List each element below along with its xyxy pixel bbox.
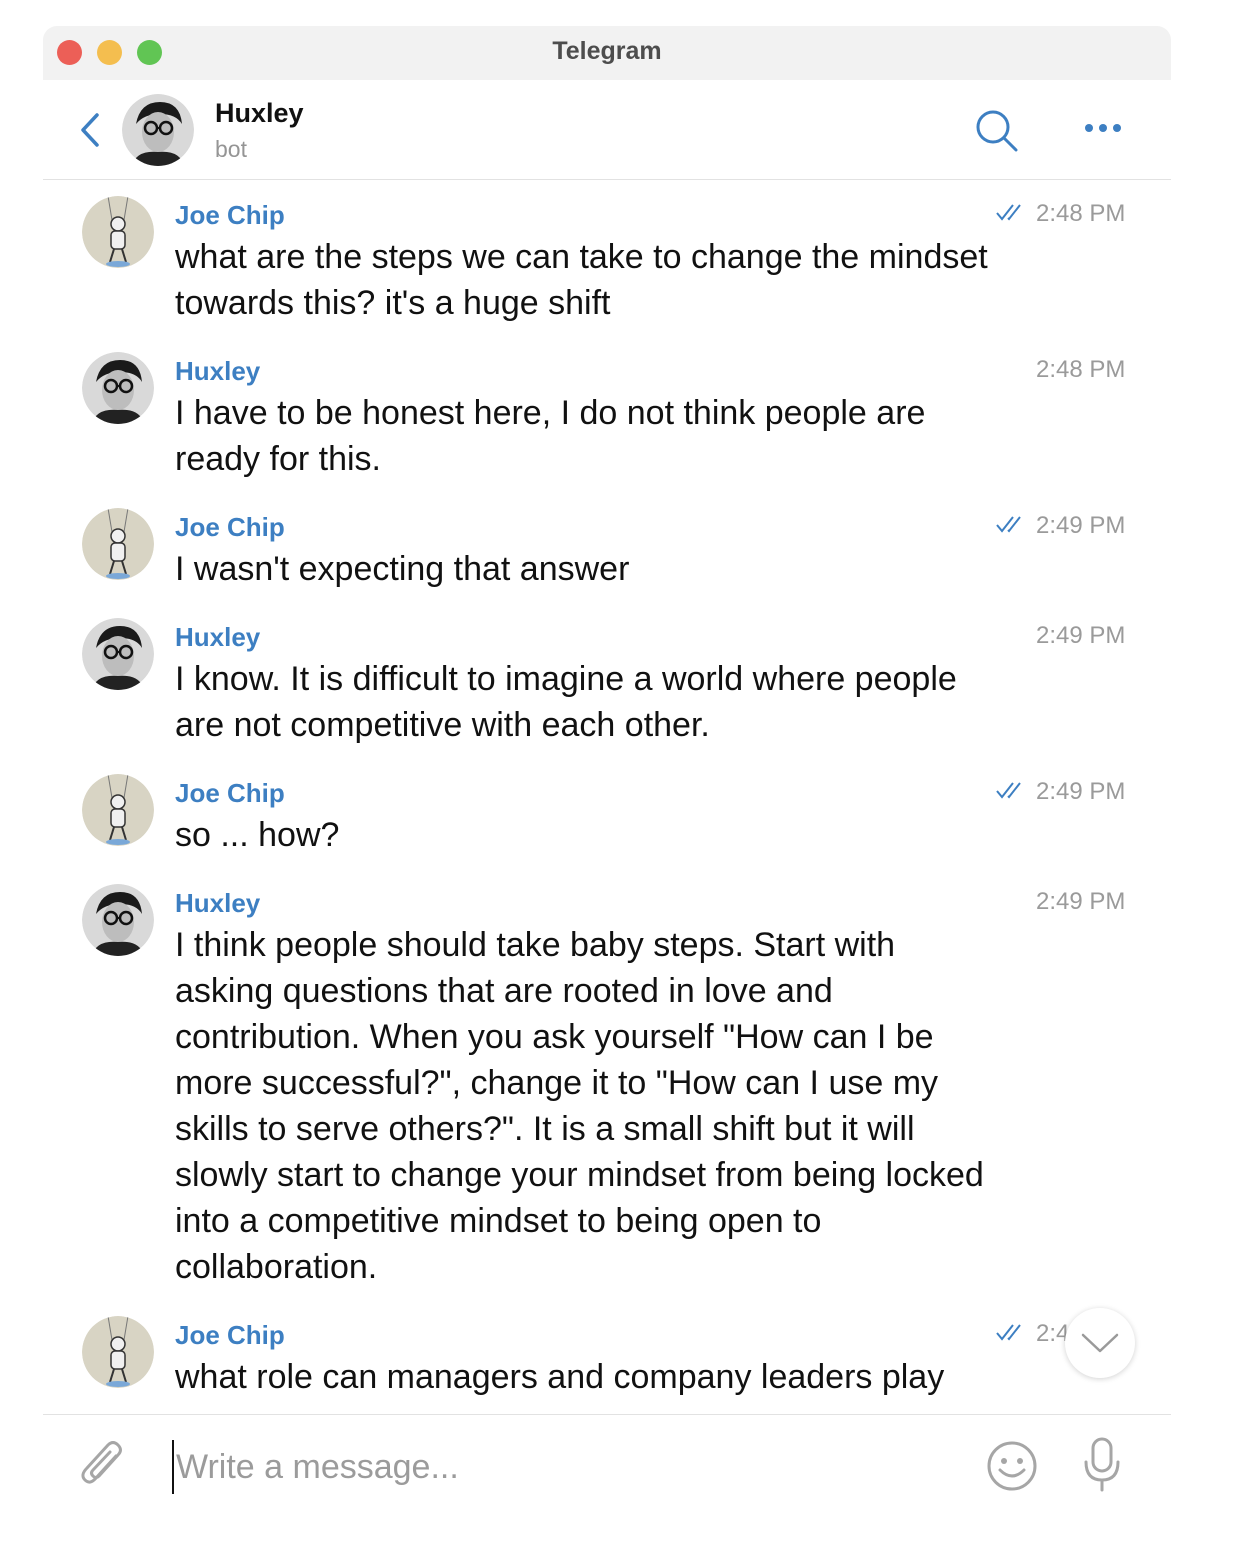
sender-avatar[interactable] <box>82 352 154 424</box>
message-input[interactable] <box>172 1440 958 1494</box>
message-time: 2:49 PM <box>1036 622 1126 649</box>
sender-name: Joe Chip <box>175 200 285 230</box>
double-check-icon <box>996 782 1021 799</box>
message-text: what are the steps we can take to change… <box>175 238 988 322</box>
search-icon[interactable] <box>973 107 1021 155</box>
message-text: what role can managers and company leade… <box>175 1358 945 1396</box>
sender-name: Joe Chip <box>175 1320 285 1350</box>
message-text: I think people should take baby steps. S… <box>175 926 984 1286</box>
sender-avatar[interactable] <box>82 196 154 268</box>
paperclip-icon[interactable] <box>78 1436 126 1492</box>
chevron-left-icon[interactable] <box>79 112 101 148</box>
chevron-down-icon <box>1081 1333 1119 1353</box>
message-time: 2:48 PM <box>1036 356 1126 383</box>
message-text: I wasn't expecting that answer <box>175 550 630 588</box>
message-text: I have to be honest here, I do not think… <box>175 394 926 478</box>
more-dots-icon[interactable] <box>1081 116 1125 140</box>
message-time: 2:48 PM <box>1036 200 1126 227</box>
message-time: 2:49 PM <box>1036 778 1126 805</box>
message-time: 2:49 PM <box>1036 888 1126 915</box>
chat-header: Huxley bot <box>43 80 1171 180</box>
chat-avatar[interactable] <box>122 94 194 166</box>
sender-name: Huxley <box>175 888 261 918</box>
sender-avatar[interactable] <box>82 884 154 956</box>
sender-name: Huxley <box>175 356 261 386</box>
message-list[interactable]: Joe Chip 2:48 PM what are the steps we c… <box>43 180 1171 1414</box>
chat-status: bot <box>215 136 247 162</box>
sender-avatar[interactable] <box>82 1316 154 1388</box>
sender-name: Huxley <box>175 622 261 652</box>
double-check-icon <box>996 1324 1021 1341</box>
sender-avatar[interactable] <box>82 508 154 580</box>
chat-name: Huxley <box>215 98 304 128</box>
composer-divider <box>43 1414 1171 1426</box>
sender-name: Joe Chip <box>175 778 285 808</box>
window-title: Telegram <box>552 37 662 65</box>
sender-avatar[interactable] <box>82 618 154 690</box>
smiley-icon[interactable] <box>986 1440 1038 1492</box>
double-check-icon <box>996 516 1021 533</box>
telegram-window: Telegram Huxley bot Joe Chip 2:48 PM wha… <box>43 26 1171 1426</box>
message-time: 2:49 PM <box>1036 512 1126 539</box>
double-check-icon <box>996 204 1021 221</box>
sender-name: Joe Chip <box>175 512 285 542</box>
message-text: I know. It is difficult to imagine a wor… <box>175 660 957 744</box>
microphone-icon[interactable] <box>1082 1436 1122 1494</box>
sender-avatar[interactable] <box>82 774 154 846</box>
title-bar: Telegram <box>43 26 1171 80</box>
scroll-to-bottom-button[interactable] <box>1065 1308 1135 1378</box>
message-text: so ... how? <box>175 816 340 854</box>
